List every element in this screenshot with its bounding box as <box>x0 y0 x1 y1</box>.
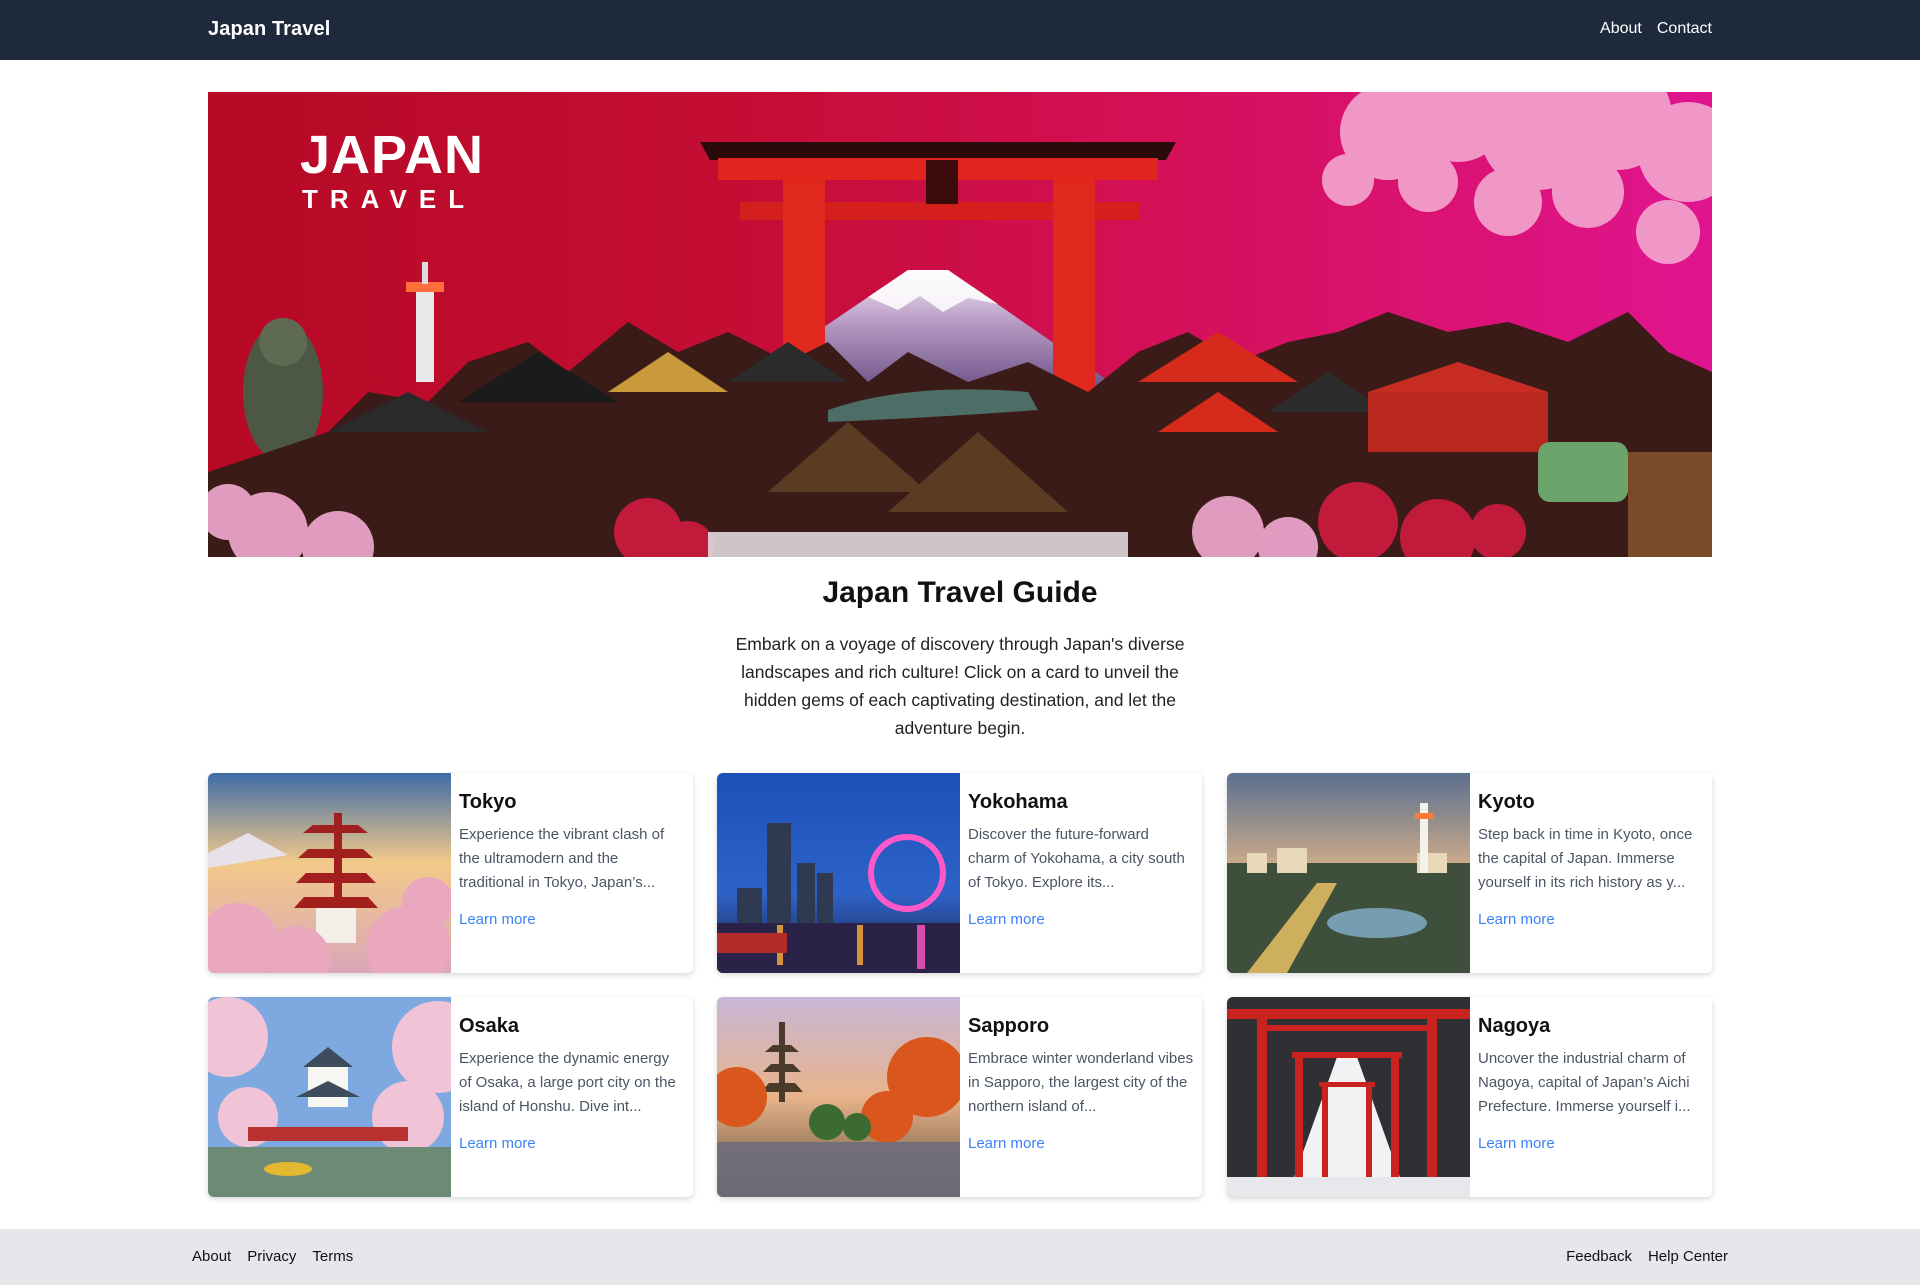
learn-more-link[interactable]: Learn more <box>1478 911 1555 928</box>
footer-privacy-link[interactable]: Privacy <box>247 1248 296 1265</box>
footer: About Privacy Terms Feedback Help Center <box>0 1229 1920 1285</box>
tokyo-thumbnail-image <box>208 773 451 973</box>
footer-help-center-link[interactable]: Help Center <box>1648 1248 1728 1265</box>
card-body: Osaka Experience the dynamic energy of O… <box>451 997 693 1197</box>
learn-more-link[interactable]: Learn more <box>968 911 1045 928</box>
card-title: Osaka <box>459 1015 520 1037</box>
destination-card-sapporo[interactable]: Sapporo Embrace winter wonderland vibes … <box>717 997 1202 1197</box>
card-body: Tokyo Experience the vibrant clash of th… <box>451 773 693 973</box>
nav-about-link[interactable]: About <box>1600 20 1642 38</box>
sapporo-thumbnail-image <box>717 997 960 1197</box>
learn-more-link[interactable]: Learn more <box>459 1135 536 1152</box>
yokohama-thumbnail-image <box>717 773 960 973</box>
nav-contact-link[interactable]: Contact <box>1657 20 1712 38</box>
hero-logo-title: JAPAN <box>300 125 485 185</box>
hero-logo-subtitle: TRAVEL <box>302 184 477 214</box>
card-body: Yokohama Discover the future-forward cha… <box>960 773 1202 973</box>
footer-feedback-link[interactable]: Feedback <box>1566 1248 1632 1265</box>
footer-about-link[interactable]: About <box>192 1248 231 1265</box>
card-description: Uncover the industrial charm of Nagoya, … <box>1478 1050 1691 1115</box>
learn-more-link[interactable]: Learn more <box>1478 1135 1555 1152</box>
kyoto-thumbnail-image <box>1227 773 1470 973</box>
card-body: Kyoto Step back in time in Kyoto, once t… <box>1470 773 1712 973</box>
osaka-thumbnail-image <box>208 997 451 1197</box>
card-body: Sapporo Embrace winter wonderland vibes … <box>960 997 1202 1197</box>
card-description: Experience the vibrant clash of the ultr… <box>459 826 665 891</box>
learn-more-link[interactable]: Learn more <box>968 1135 1045 1152</box>
destination-card-kyoto[interactable]: Kyoto Step back in time in Kyoto, once t… <box>1227 773 1712 973</box>
card-description: Embrace winter wonderland vibes in Sappo… <box>968 1050 1194 1115</box>
hero-banner-image: JAPAN TRAVEL <box>208 92 1712 557</box>
card-title: Nagoya <box>1478 1015 1551 1037</box>
card-description: Experience the dynamic energy of Osaka, … <box>459 1050 676 1115</box>
footer-terms-link[interactable]: Terms <box>312 1248 353 1265</box>
card-title: Kyoto <box>1478 791 1535 813</box>
card-description: Step back in time in Kyoto, once the cap… <box>1478 826 1693 891</box>
nagoya-thumbnail-image <box>1227 997 1470 1197</box>
card-body: Nagoya Uncover the industrial charm of N… <box>1470 997 1712 1197</box>
card-title: Sapporo <box>968 1015 1050 1037</box>
card-description: Discover the future-forward charm of Yok… <box>968 826 1185 891</box>
nav-links: About Contact <box>1600 20 1712 38</box>
destination-card-yokohama[interactable]: Yokohama Discover the future-forward cha… <box>717 773 1202 973</box>
intro-text: Embark on a voyage of discovery through … <box>735 634 1185 738</box>
learn-more-link[interactable]: Learn more <box>459 911 536 928</box>
footer-left-links: About Privacy Terms <box>192 1248 353 1265</box>
destination-card-nagoya[interactable]: Nagoya Uncover the industrial charm of N… <box>1227 997 1712 1197</box>
destination-card-osaka[interactable]: Osaka Experience the dynamic energy of O… <box>208 997 693 1197</box>
brand-link[interactable]: Japan Travel <box>208 18 330 41</box>
footer-right-links: Feedback Help Center <box>1566 1248 1728 1265</box>
card-title: Yokohama <box>968 791 1068 813</box>
top-navbar: Japan Travel About Contact <box>0 0 1920 60</box>
card-title: Tokyo <box>459 791 517 813</box>
page-title: Japan Travel Guide <box>822 576 1098 609</box>
destination-card-tokyo[interactable]: Tokyo Experience the vibrant clash of th… <box>208 773 693 973</box>
